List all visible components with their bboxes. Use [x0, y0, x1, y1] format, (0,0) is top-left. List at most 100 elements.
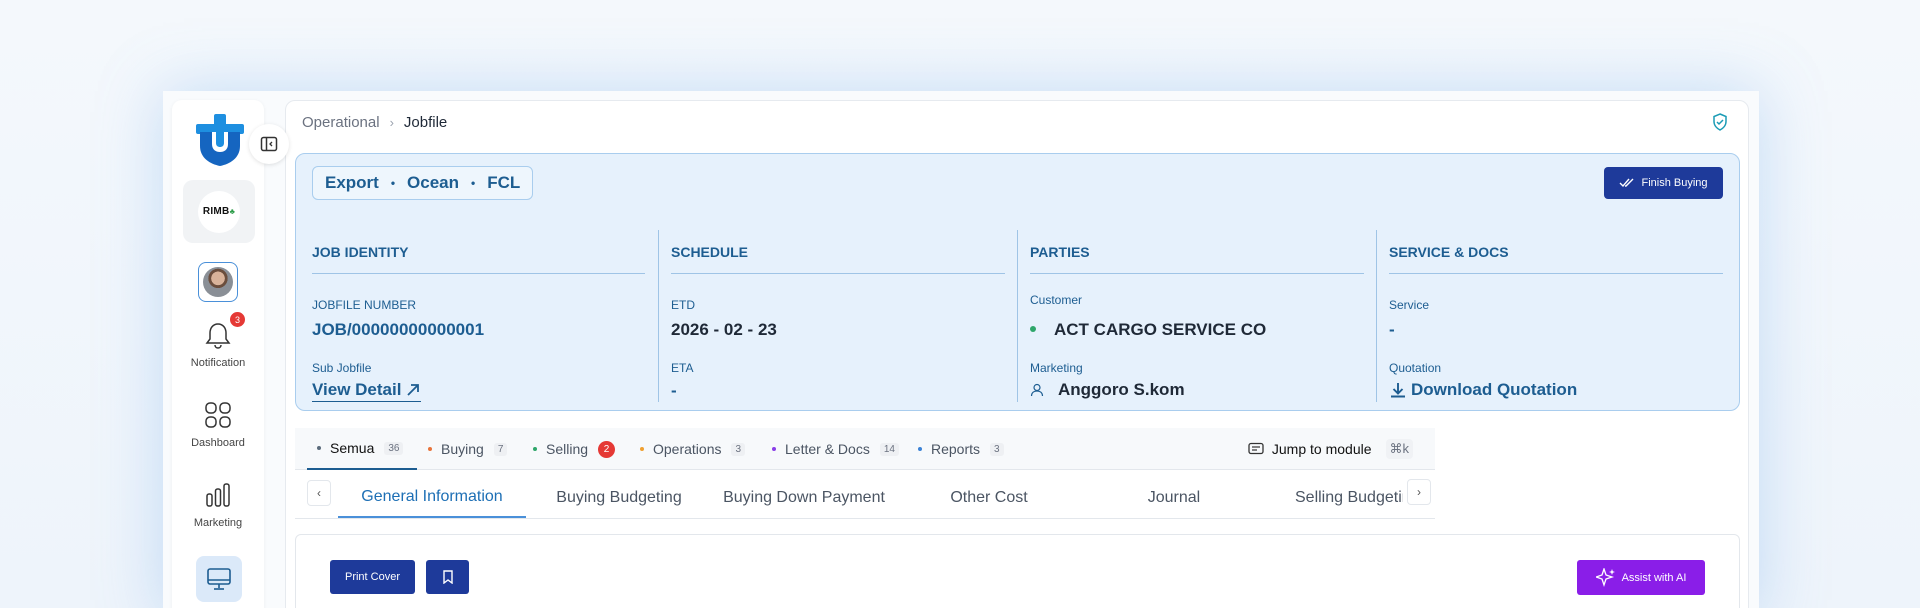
mode-separator: •: [390, 176, 396, 190]
tab-dot: [772, 447, 776, 451]
sidebar: RIMB ♣ 3 Notification Dashboard Marketing: [172, 100, 289, 608]
tab-label: Buying: [441, 441, 484, 457]
tab-dot: [428, 447, 432, 451]
sidebar-item-label: Dashboard: [191, 437, 245, 449]
brand-switcher[interactable]: RIMB ♣: [183, 180, 255, 243]
shield-check-icon[interactable]: [1712, 113, 1728, 136]
sidebar-collapse-button[interactable]: [249, 124, 289, 164]
marketing-label: Marketing: [1030, 361, 1083, 375]
customer-value: ACT CARGO SERVICE CO: [1014, 320, 1266, 340]
external-link-icon: [407, 384, 420, 396]
sidebar-item-dashboard[interactable]: Dashboard: [172, 398, 264, 449]
assist-with-ai-button[interactable]: Assist with AI: [1577, 560, 1705, 595]
view-detail-link[interactable]: View Detail: [312, 380, 422, 402]
tab-badge: 2: [598, 440, 616, 458]
job-summary-card: Export • Ocean • FCL Finish Buying JOB I…: [295, 153, 1740, 411]
bell-icon: [205, 323, 231, 349]
tab-operations[interactable]: Operations 3: [640, 428, 746, 470]
keyboard-shortcut: ⌘k: [1385, 439, 1413, 459]
column-divider: [658, 230, 659, 402]
eta-label: ETA: [671, 361, 694, 375]
download-quotation-label: Download Quotation: [1411, 380, 1578, 399]
sub-jobfile-label: Sub Jobfile: [312, 361, 372, 375]
customer-name: ACT CARGO SERVICE CO: [1054, 320, 1267, 339]
finish-buying-label: Finish Buying: [1641, 177, 1708, 189]
tab-semua[interactable]: Semua 36: [307, 428, 417, 470]
module-tab-bar: Semua 36 Buying 7 Selling 2 Operations 3…: [295, 428, 1435, 470]
jobfile-number-label: JOBFILE NUMBER: [312, 298, 417, 312]
finish-buying-button[interactable]: Finish Buying: [1604, 167, 1723, 199]
tab-dot: [640, 447, 644, 451]
general-information-panel: Print Cover Assist with AI: [295, 534, 1740, 608]
jump-label: Jump to module: [1271, 441, 1372, 457]
bookmark-button[interactable]: [426, 560, 469, 594]
tab-label: Semua: [330, 440, 375, 456]
tab-reports[interactable]: Reports 3: [918, 428, 1004, 470]
main-panel: Operational › Jobfile Export • Ocean • F…: [285, 100, 1749, 608]
service-label: Service: [1389, 298, 1430, 312]
customer-label: Customer: [1030, 293, 1083, 307]
sidebar-item-notification[interactable]: 3 Notification: [172, 312, 264, 369]
brand-name: RIMB: [202, 206, 230, 217]
tab-selling[interactable]: Selling 2: [533, 428, 616, 470]
tab-count: 36: [384, 441, 404, 455]
tab-label: Selling: [546, 441, 589, 457]
tab-label: Letter & Docs: [785, 441, 870, 457]
sub-tab-bar: ‹ General Information Buying Budgeting B…: [295, 478, 1435, 519]
view-detail-label: View Detail: [312, 380, 402, 399]
etd-value: 2026 - 02 - 23: [671, 320, 777, 339]
chevron-right-icon: ›: [1417, 485, 1421, 499]
service-docs-section: SERVICE & DOCS Service - Quotation Downl…: [1389, 230, 1723, 402]
brand-logo: RIMB ♣: [198, 190, 240, 233]
column-divider: [1017, 230, 1018, 402]
print-cover-button[interactable]: Print Cover: [330, 560, 415, 594]
scroll-left-button[interactable]: ‹: [307, 480, 331, 506]
sidebar-item-label: Notification: [190, 357, 246, 369]
tab-dot: [317, 446, 321, 450]
grid-icon: [205, 402, 231, 428]
marketing-value: Anggoro S.kom: [1030, 380, 1185, 400]
sidebar-item-marketing[interactable]: Marketing: [172, 478, 264, 529]
bar-chart-icon: [206, 483, 230, 507]
tab-letter-docs[interactable]: Letter & Docs 14: [772, 428, 899, 470]
tab-dot: [533, 447, 537, 451]
scroll-right-button[interactable]: ›: [1407, 479, 1431, 505]
section-title: SERVICE & DOCS: [1389, 244, 1723, 274]
tab-buying-budgeting[interactable]: Buying Budgeting: [527, 478, 711, 518]
tab-journal[interactable]: Journal: [1082, 478, 1266, 518]
avatar: [203, 267, 233, 297]
tab-count: 3: [990, 442, 1004, 456]
service-value: -: [1389, 320, 1395, 339]
notification-badge: 3: [230, 312, 245, 327]
sparkle-icon: [1595, 567, 1615, 587]
user-icon: [1030, 383, 1044, 397]
tab-general-information[interactable]: General Information: [338, 478, 526, 518]
download-quotation-link[interactable]: Download Quotation: [1389, 380, 1577, 400]
breadcrumb-current: Jobfile: [403, 113, 448, 131]
download-icon: [1391, 383, 1405, 398]
bookmark-icon: [442, 570, 453, 584]
section-title: JOB IDENTITY: [312, 244, 645, 274]
tab-buying-down-payment[interactable]: Buying Down Payment: [712, 478, 896, 518]
jump-to-module-button[interactable]: Jump to module ⌘k: [1248, 428, 1413, 470]
tab-label: Operations: [653, 441, 722, 457]
sidebar-item-active[interactable]: [196, 556, 242, 602]
quotation-label: Quotation: [1389, 361, 1442, 375]
mode-load: FCL: [487, 173, 521, 192]
tab-count: 7: [493, 442, 508, 456]
section-title: SCHEDULE: [671, 244, 1005, 274]
tab-other-cost[interactable]: Other Cost: [897, 478, 1081, 518]
marketing-name: Anggoro S.kom: [1058, 380, 1185, 399]
tab-selling-budgeting[interactable]: Selling Budgeting: [1295, 478, 1403, 518]
tab-dot: [918, 447, 922, 451]
assist-ai-label: Assist with AI: [1621, 571, 1687, 584]
user-avatar-button[interactable]: [198, 262, 238, 302]
tab-buying[interactable]: Buying 7: [428, 428, 508, 470]
mode-separator: •: [471, 176, 476, 190]
breadcrumb-parent[interactable]: Operational: [302, 114, 380, 131]
chevron-left-icon: ‹: [317, 486, 321, 500]
schedule-section: SCHEDULE ETD 2026 - 02 - 23 ETA -: [671, 230, 1005, 402]
sidebar-toggle-icon: [260, 136, 278, 152]
breadcrumb: Operational › Jobfile: [286, 101, 1748, 143]
monitor-icon: [207, 568, 231, 590]
